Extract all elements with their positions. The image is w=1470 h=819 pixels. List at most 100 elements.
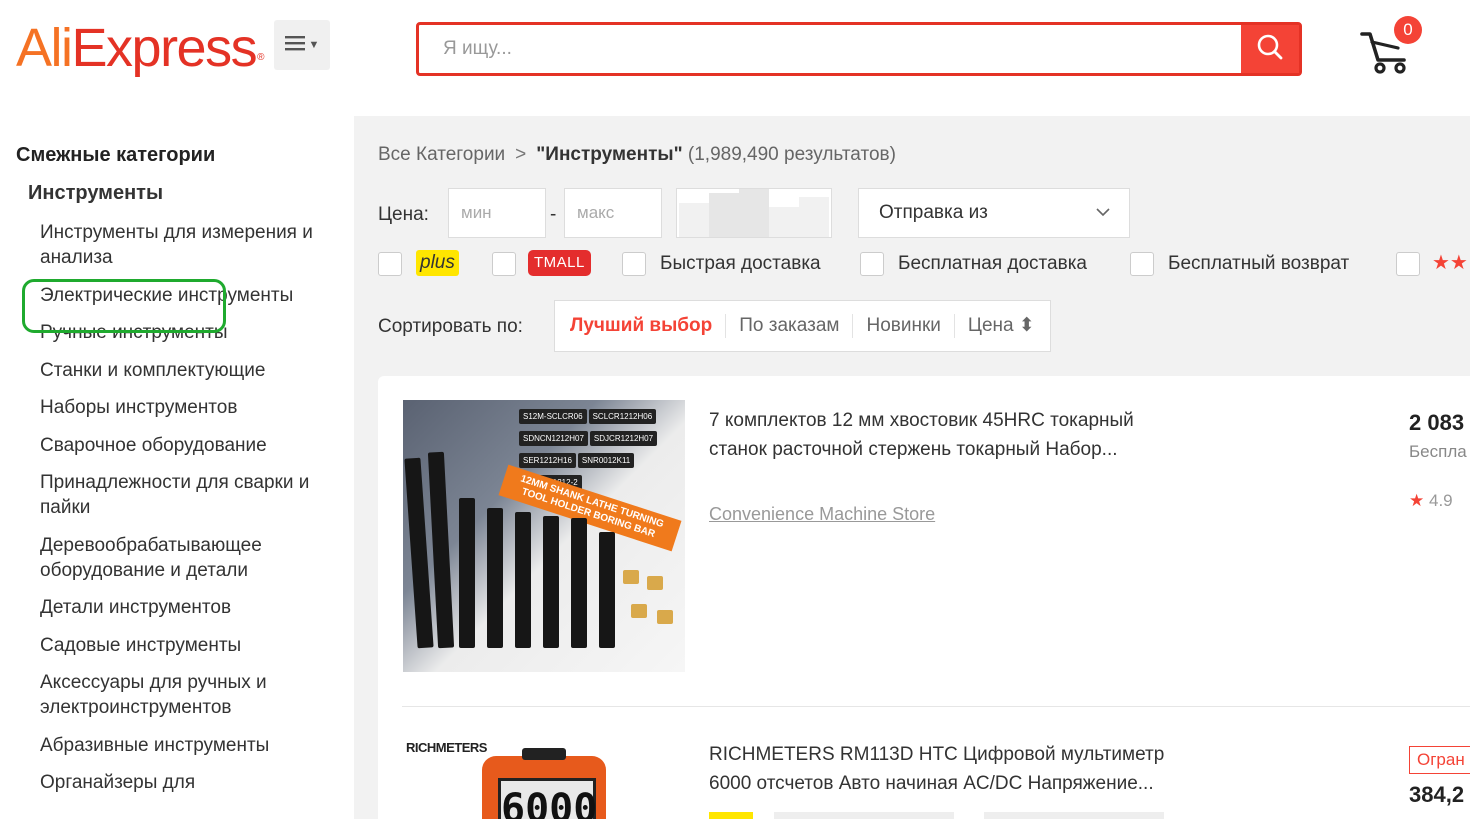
sort-label: Сортировать по: [378,316,523,337]
aliexpress-logo[interactable]: AliExpress® [16,18,264,78]
sidebar-item-organizers[interactable]: Органайзеры для [40,770,340,795]
histogram-bar [739,189,769,237]
ship-from-dropdown[interactable]: Отправка из [858,188,1130,238]
image-tag: SNR0012K11 [577,453,635,468]
free-delivery-label: Бесплатная доставка [898,253,1087,274]
tool-bar [571,518,587,648]
breadcrumb-current: "Инструменты" [536,144,683,165]
sort-orders[interactable]: По заказам [726,314,854,338]
free-return-checkbox[interactable] [1130,252,1154,276]
price-dash: - [550,204,557,225]
fast-delivery-label: Быстрая доставка [660,253,821,274]
product-title-line: 6000 отсчетов Авто начиная AC/DC Напряже… [709,773,1154,794]
sidebar-item-tool-parts[interactable]: Детали инструментов [40,595,340,620]
search-results-area: Все Категории > "Инструменты" (1,989,490 р… [354,116,1470,819]
sort-best-match[interactable]: Лучший выбор [557,314,727,338]
tool-bar [487,508,503,648]
product-title-line: станок расточной стержень токарный Набор… [709,439,1118,460]
tool-bar [515,512,531,648]
image-tag: SER1212H16 [519,453,576,468]
search-button[interactable] [1241,25,1299,73]
rating-checkbox[interactable] [1396,252,1420,276]
cart-count-badge: 0 [1394,16,1422,44]
product-list: S12M-SCLCR06 SCLCR1212H06SDNCN1212H07 SDJC… [378,376,1470,819]
cart-button[interactable]: 0 [1358,16,1428,78]
tool-bar [599,532,615,648]
ship-from-label: Отправка из [879,202,988,223]
chevron-down-icon [1095,189,1111,257]
price-filter-label: Цена: [378,204,429,225]
image-tag: SDJCR1212H07 [589,431,658,446]
limited-badge: Огран [1409,746,1470,774]
product-title-line: RICHMETERS RM113D HTC Цифровой мультимет… [709,744,1165,765]
sidebar-title: Смежные категории [16,144,216,166]
plus-badge: plus [416,250,459,276]
product-divider [402,706,1470,707]
logo-part-ali: Ali [16,18,73,78]
meter-screen: 6000 [498,778,597,819]
meter-top [522,748,566,760]
histogram-bar [679,203,709,237]
sidebar-item-tool-accessories[interactable]: Аксессуары для ручных и электроинструмен… [40,670,340,720]
carbide-insert [647,576,663,590]
rating-stars-icon: ★★ [1432,252,1468,274]
breadcrumb: Все Категории > "Инструменты" (1,989,490 р… [378,144,896,166]
sidebar-item-tool-sets[interactable]: Наборы инструментов [40,395,340,420]
product-price: 2 083 [1409,410,1465,435]
price-histogram[interactable] [676,188,832,238]
store-link[interactable]: Convenience Machine Store [709,504,935,525]
fast-delivery-checkbox[interactable] [622,252,646,276]
carbide-insert [657,610,673,624]
product-image-multimeter[interactable]: 6000 [482,748,606,819]
menu-icon [284,32,307,58]
price-max-input[interactable]: макс [564,188,662,238]
tag-strip [984,812,1164,819]
rating-value: 4.9 [1428,491,1453,510]
breadcrumb-separator: > [515,144,527,165]
tmall-badge: TMALL [528,250,591,276]
sidebar-item-welding-accessories[interactable]: Принадлежности для сварки и пайки [40,470,340,520]
product-title-line: 7 комплектов 12 мм хвостовик 45HRC токар… [709,410,1134,431]
sidebar-parent-category[interactable]: Инструменты [28,182,163,205]
shipping-info: Беспла [1409,442,1467,461]
free-return-label: Бесплатный возврат [1168,253,1350,274]
product-price: 384,2 [1409,782,1465,807]
breadcrumb-root[interactable]: Все Категории [378,144,505,165]
caret-down-icon: ▼ [308,39,320,51]
brand-logo: RICHMETERS [406,740,487,755]
search-input[interactable] [419,25,1239,73]
product-image-lathe-tools[interactable]: S12M-SCLCR06 SCLCR1212H06SDNCN1212H07 SDJC… [403,400,685,672]
star-icon: ★ [1409,491,1425,510]
sort-price[interactable]: Цена ⬍ [955,314,1048,338]
sidebar-item-machine-tools[interactable]: Станки и комплектующие [40,358,340,383]
tmall-checkbox[interactable] [492,252,516,276]
sidebar-item-garden-tools[interactable]: Садовые инструменты [40,633,340,658]
search-bar [416,22,1302,76]
product-title[interactable]: RICHMETERS RM113D HTC Цифровой мультимет… [709,740,1229,798]
sidebar-item-welding-equipment[interactable]: Сварочное оборудование [40,433,340,458]
price-min-input[interactable]: мин [448,188,546,238]
image-tag: SDNCN1212H07 [519,431,588,446]
product-title[interactable]: 7 комплектов 12 мм хвостовик 45HRC токар… [709,406,1229,464]
histogram-bar [769,207,799,237]
tag-strip [774,812,954,819]
cart-icon [1358,32,1418,82]
free-delivery-checkbox[interactable] [860,252,884,276]
tool-bar [459,498,475,648]
carbide-insert [623,570,639,584]
histogram-bar [709,193,739,237]
search-icon [1256,33,1284,66]
sidebar-item-abrasive-tools[interactable]: Абразивные инструменты [40,733,340,758]
sort-options: Лучший выбор По заказам Новинки Цена ⬍ [554,300,1051,352]
sidebar-item-woodworking[interactable]: Деревообрабатывающее оборудование и дета… [40,533,340,583]
sort-newest[interactable]: Новинки [853,314,955,338]
histogram-bar [799,197,829,237]
sidebar-item-measurement-tools[interactable]: Инструменты для измерения и анализа [40,220,340,270]
tool-bar [543,516,559,648]
product-rating: ★ 4.9 [1409,491,1453,511]
highlight-annotation-circle [22,279,226,333]
plus-checkbox[interactable] [378,252,402,276]
registered-mark: ® [257,52,264,63]
categories-menu-button[interactable]: ▼ [274,20,330,70]
plus-badge-strip [709,812,753,819]
